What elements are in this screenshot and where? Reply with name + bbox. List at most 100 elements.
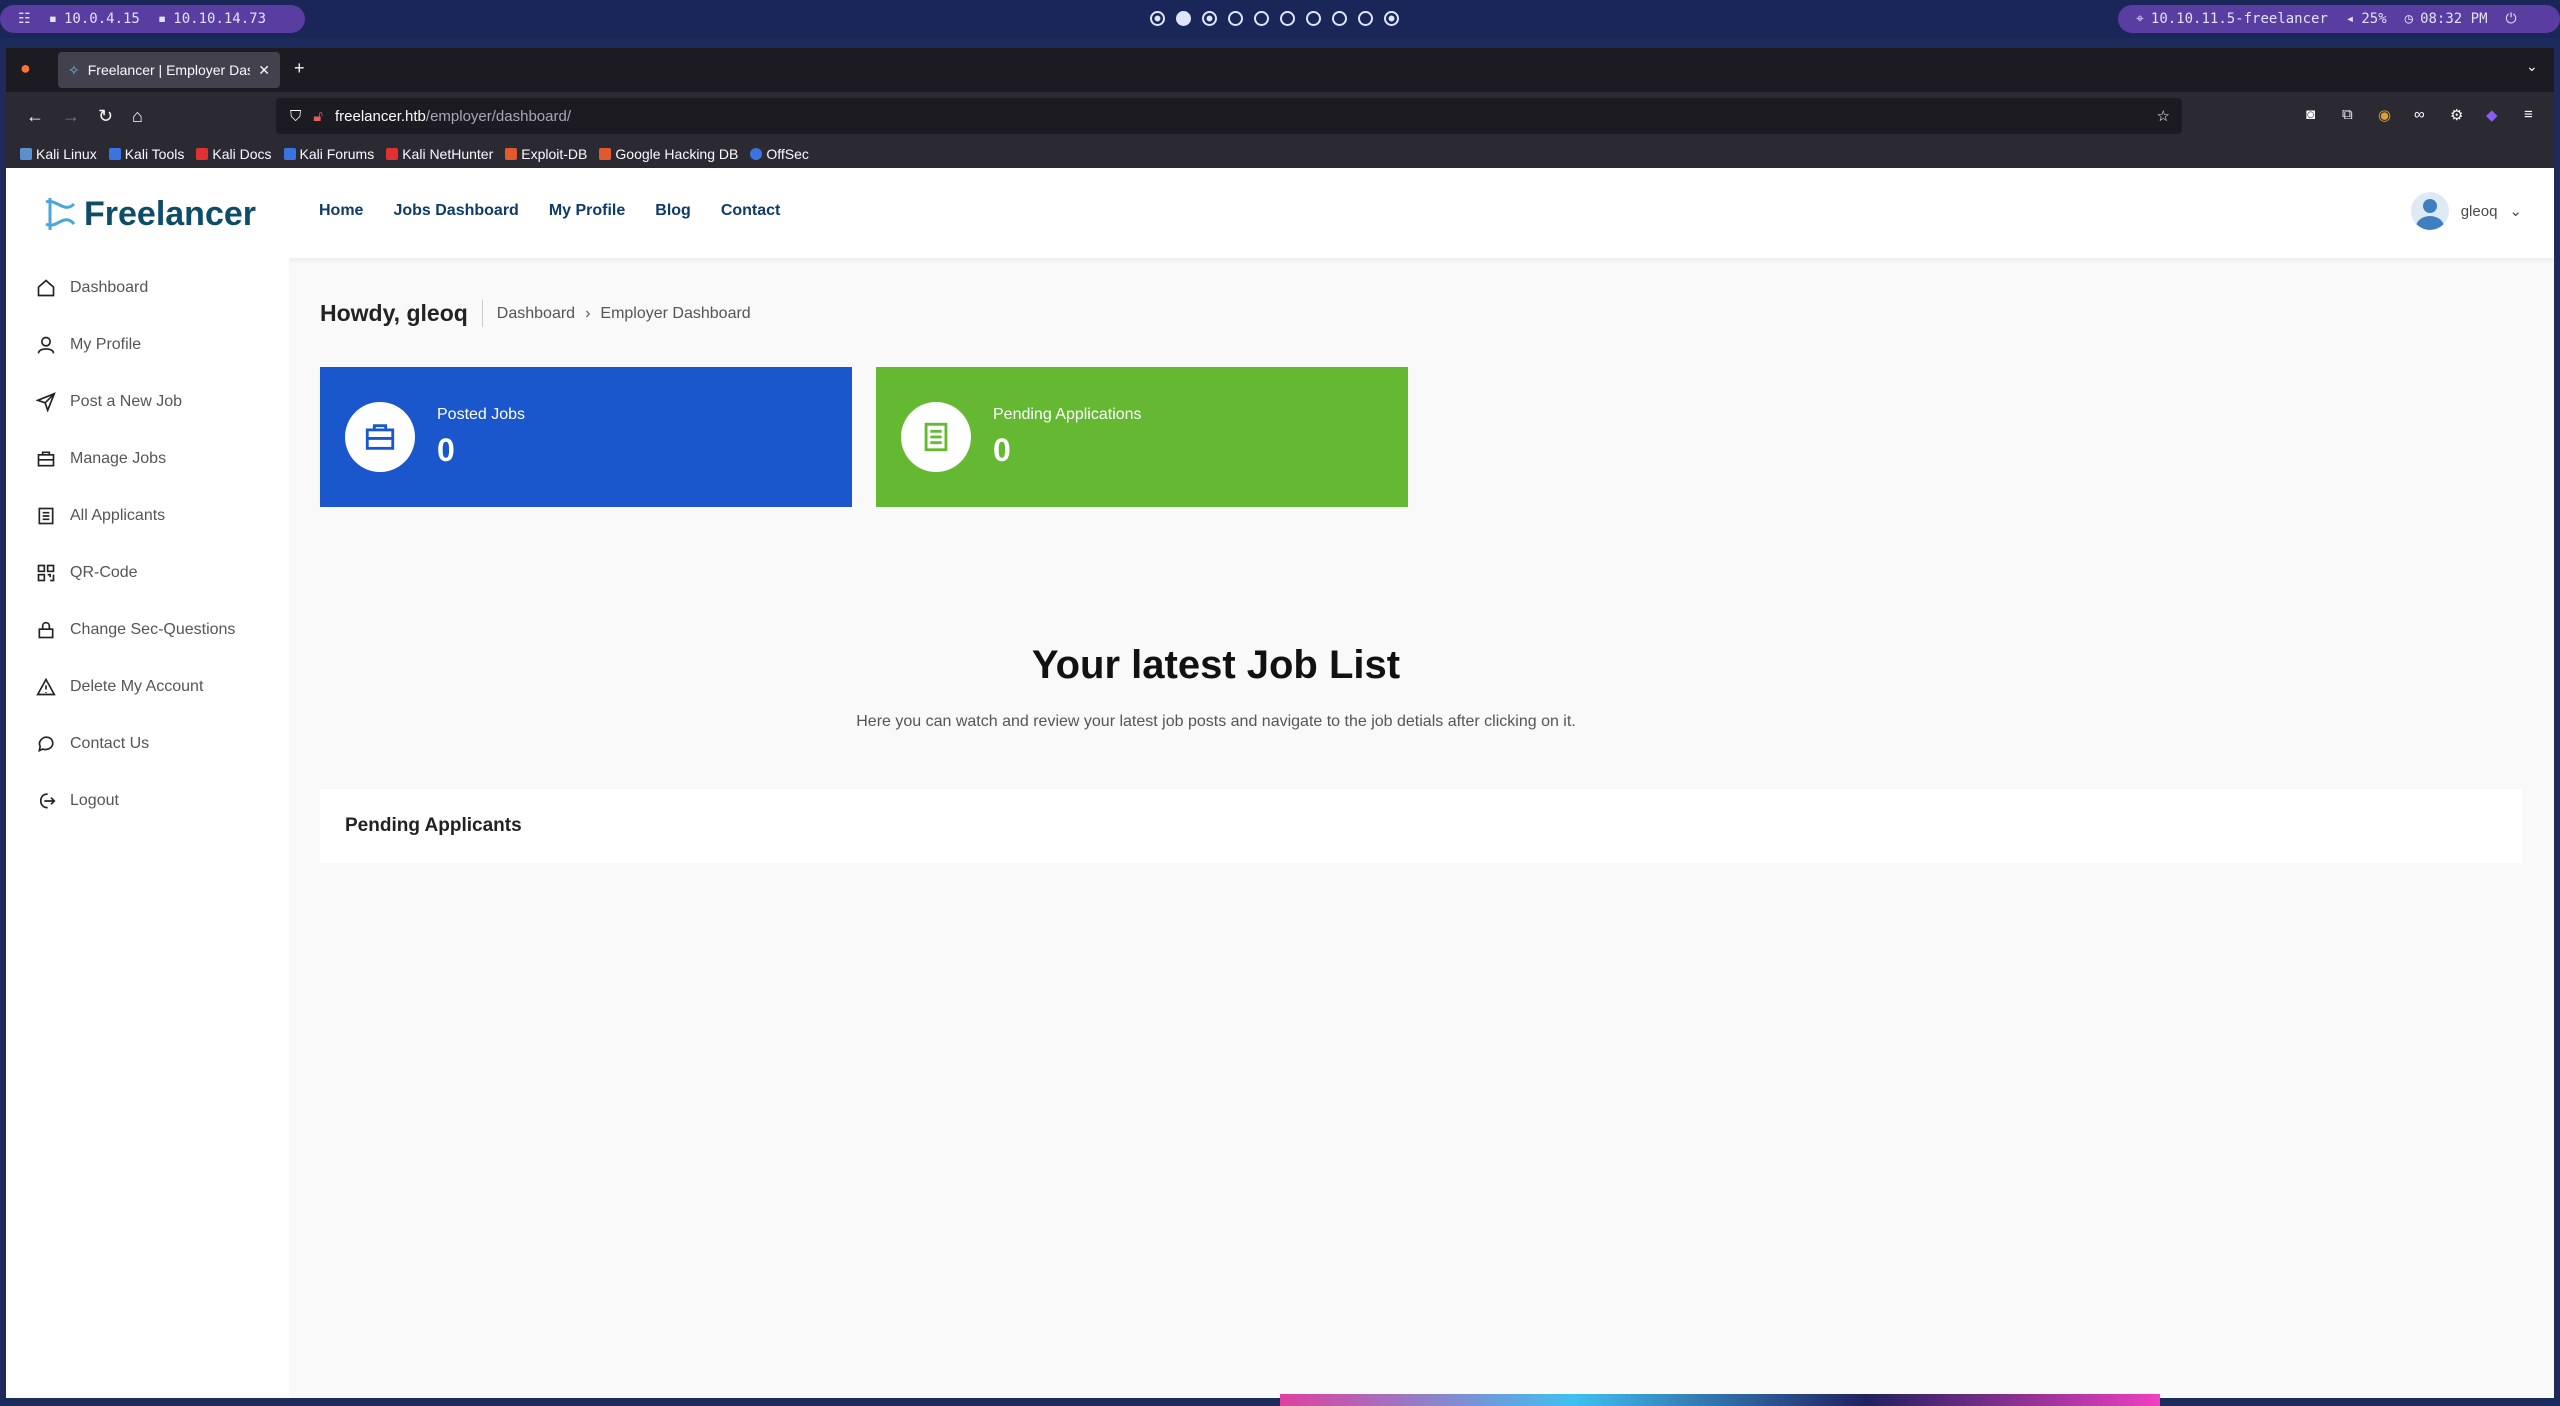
new-tab-icon[interactable]: + — [294, 58, 305, 79]
offsec-icon — [750, 148, 763, 160]
power-icon[interactable]: ⏻ — [2506, 11, 2517, 27]
settings-icon[interactable]: ⚙ — [2450, 106, 2463, 124]
url-text: freelancer.htb/employer/dashboard/ — [335, 108, 571, 125]
reload-icon[interactable]: ↻ — [98, 106, 113, 127]
qr-code-icon — [37, 564, 55, 582]
sidebar-item-change-sec-questions[interactable]: Change Sec-Questions — [36, 620, 235, 640]
bookmark-label: Kali Tools — [124, 146, 185, 162]
favicon-icon: ✧ — [68, 61, 80, 78]
stat-value: 0 — [437, 431, 455, 468]
sidebar-item-manage-jobs[interactable]: Manage Jobs — [36, 449, 166, 469]
sidebar-item-label: All Applicants — [70, 507, 166, 524]
clock-item: ◷ 08:32 PM — [2404, 11, 2488, 27]
web-page: Freelancer Home Jobs Dashboard My Profil… — [6, 168, 2554, 1398]
exploit-db-icon — [505, 148, 518, 160]
back-icon[interactable]: ← — [26, 106, 44, 127]
target-item: ⌖ 10.10.11.5-freelancer — [2136, 11, 2328, 27]
target-label: 10.10.11.5-freelancer — [2150, 11, 2328, 27]
sidebar-item-delete-account[interactable]: Delete My Account — [36, 677, 203, 697]
avatar[interactable] — [2410, 192, 2449, 230]
nav-my-profile[interactable]: My Profile — [549, 202, 625, 220]
workspace-dot-active[interactable] — [1176, 11, 1191, 26]
url-bar[interactable]: ⛉ 🔓︎ freelancer.htb/employer/dashboard/ … — [276, 98, 2182, 134]
logo-icon — [45, 198, 76, 230]
tab-list-icon[interactable]: ⌄ — [2526, 58, 2538, 75]
home-icon[interactable]: ⌂ — [132, 106, 143, 127]
nav-blog[interactable]: Blog — [655, 202, 691, 220]
bookmark-exploit-db[interactable]: Exploit-DB — [505, 146, 587, 162]
panel-title: Pending Applicants — [345, 815, 522, 836]
section-title: Your latest Job List — [1031, 643, 1401, 687]
workspace-dot[interactable] — [1150, 11, 1165, 26]
user-menu[interactable]: gleoq ⌄ — [2410, 192, 2522, 230]
extensions-icon[interactable]: ⧉ — [2342, 106, 2353, 123]
bookmark-kali-tools[interactable]: Kali Tools — [108, 146, 185, 162]
site-logo[interactable]: Freelancer — [40, 194, 256, 234]
breadcrumb-dashboard[interactable]: Dashboard — [497, 305, 575, 323]
shield-icon[interactable]: ⛉ — [290, 108, 301, 125]
hamburger-menu-icon[interactable]: ≡ — [2524, 106, 2533, 123]
sidebar-item-all-applicants[interactable]: All Applicants — [36, 506, 165, 526]
workspace-dot[interactable] — [1228, 11, 1243, 26]
kali-docs-icon — [196, 148, 209, 160]
sidebar-item-post-job[interactable]: Post a New Job — [36, 392, 182, 412]
sidebar-item-logout[interactable]: Logout — [36, 791, 119, 811]
sidebar-item-qr-code[interactable]: QR-Code — [36, 563, 138, 583]
bookmark-google-hacking-db[interactable]: Google Hacking DB — [599, 146, 738, 162]
posted-jobs-card[interactable]: Posted Jobs 0 — [320, 367, 852, 507]
workspace-dot[interactable] — [1306, 11, 1321, 26]
kali-forums-icon — [283, 148, 296, 160]
stat-label: Pending Applications — [993, 405, 1142, 423]
bookmark-offsec[interactable]: OffSec — [750, 146, 809, 162]
forward-icon[interactable]: → — [62, 106, 80, 127]
sidebar-item-dashboard[interactable]: Dashboard — [36, 278, 148, 298]
sidebar-item-label: Logout — [70, 792, 119, 809]
breadcrumb: Dashboard › Employer Dashboard — [497, 305, 751, 323]
lock-icon[interactable]: 🔓︎ — [313, 108, 323, 125]
username-label[interactable]: gleoq — [2461, 203, 2498, 220]
url-path: /employer/dashboard/ — [425, 107, 571, 125]
pocket-icon[interactable]: ◙ — [2306, 106, 2315, 123]
bookmark-label: OffSec — [766, 146, 809, 162]
nav-home[interactable]: Home — [319, 202, 363, 220]
foxyproxy-icon[interactable]: ◉ — [2378, 106, 2391, 124]
bookmark-star-icon[interactable]: ☆ — [2157, 107, 2170, 125]
workspace-dot[interactable] — [1254, 11, 1269, 26]
nav-contact[interactable]: Contact — [721, 202, 781, 220]
nav-jobs-dashboard[interactable]: Jobs Dashboard — [393, 202, 518, 220]
stat-value: 0 — [993, 431, 1011, 468]
local-ip-label: 10.0.4.15 — [64, 11, 140, 27]
nethunter-icon — [386, 148, 399, 160]
workspace-dot[interactable] — [1358, 11, 1373, 26]
firefox-icon: ● — [20, 58, 31, 78]
document-icon — [38, 507, 54, 525]
close-tab-icon[interactable]: ✕ — [258, 62, 270, 79]
bookmark-kali-docs[interactable]: Kali Docs — [196, 146, 272, 162]
bookmark-label: Kali Linux — [36, 146, 97, 162]
browser-tab[interactable]: ✧ Freelancer | Employer Dashboard ✕ — [58, 52, 280, 88]
logo-text: Freelancer — [84, 194, 256, 233]
workspace-dot[interactable] — [1332, 11, 1347, 26]
sidebar-item-my-profile[interactable]: My Profile — [36, 335, 141, 355]
tab-title: Freelancer | Employer Dashboard — [87, 62, 251, 78]
sidebar-item-contact-us[interactable]: Contact Us — [36, 734, 149, 754]
bookmark-kali-forums[interactable]: Kali Forums — [283, 146, 375, 162]
pending-applications-card[interactable]: Pending Applications 0 — [876, 367, 1408, 507]
workspace-dot[interactable] — [1202, 11, 1217, 26]
workspace-dot[interactable] — [1280, 11, 1295, 26]
sidebar-item-label: Delete My Account — [70, 678, 204, 695]
bookmark-kali-nethunter[interactable]: Kali NetHunter — [386, 146, 493, 162]
wappalyzer-icon[interactable]: ∞ — [2414, 106, 2425, 123]
page-title: Howdy, gleoq — [320, 300, 483, 327]
workspace-dot[interactable] — [1384, 11, 1399, 26]
briefcase-icon — [37, 451, 55, 467]
section-subtitle: Here you can watch and review your lates… — [856, 713, 1576, 730]
document-icon — [901, 402, 971, 472]
bookmark-kali-linux[interactable]: Kali Linux — [20, 146, 97, 162]
addon-icon[interactable]: ◆ — [2486, 106, 2498, 124]
chevron-down-icon[interactable]: ⌄ — [2509, 202, 2522, 220]
menu-icon[interactable]: ☷ — [18, 11, 31, 27]
workspace-switcher[interactable] — [1150, 11, 1399, 26]
bookmark-label: Kali Forums — [299, 146, 375, 162]
breadcrumb-current: Employer Dashboard — [600, 304, 751, 322]
